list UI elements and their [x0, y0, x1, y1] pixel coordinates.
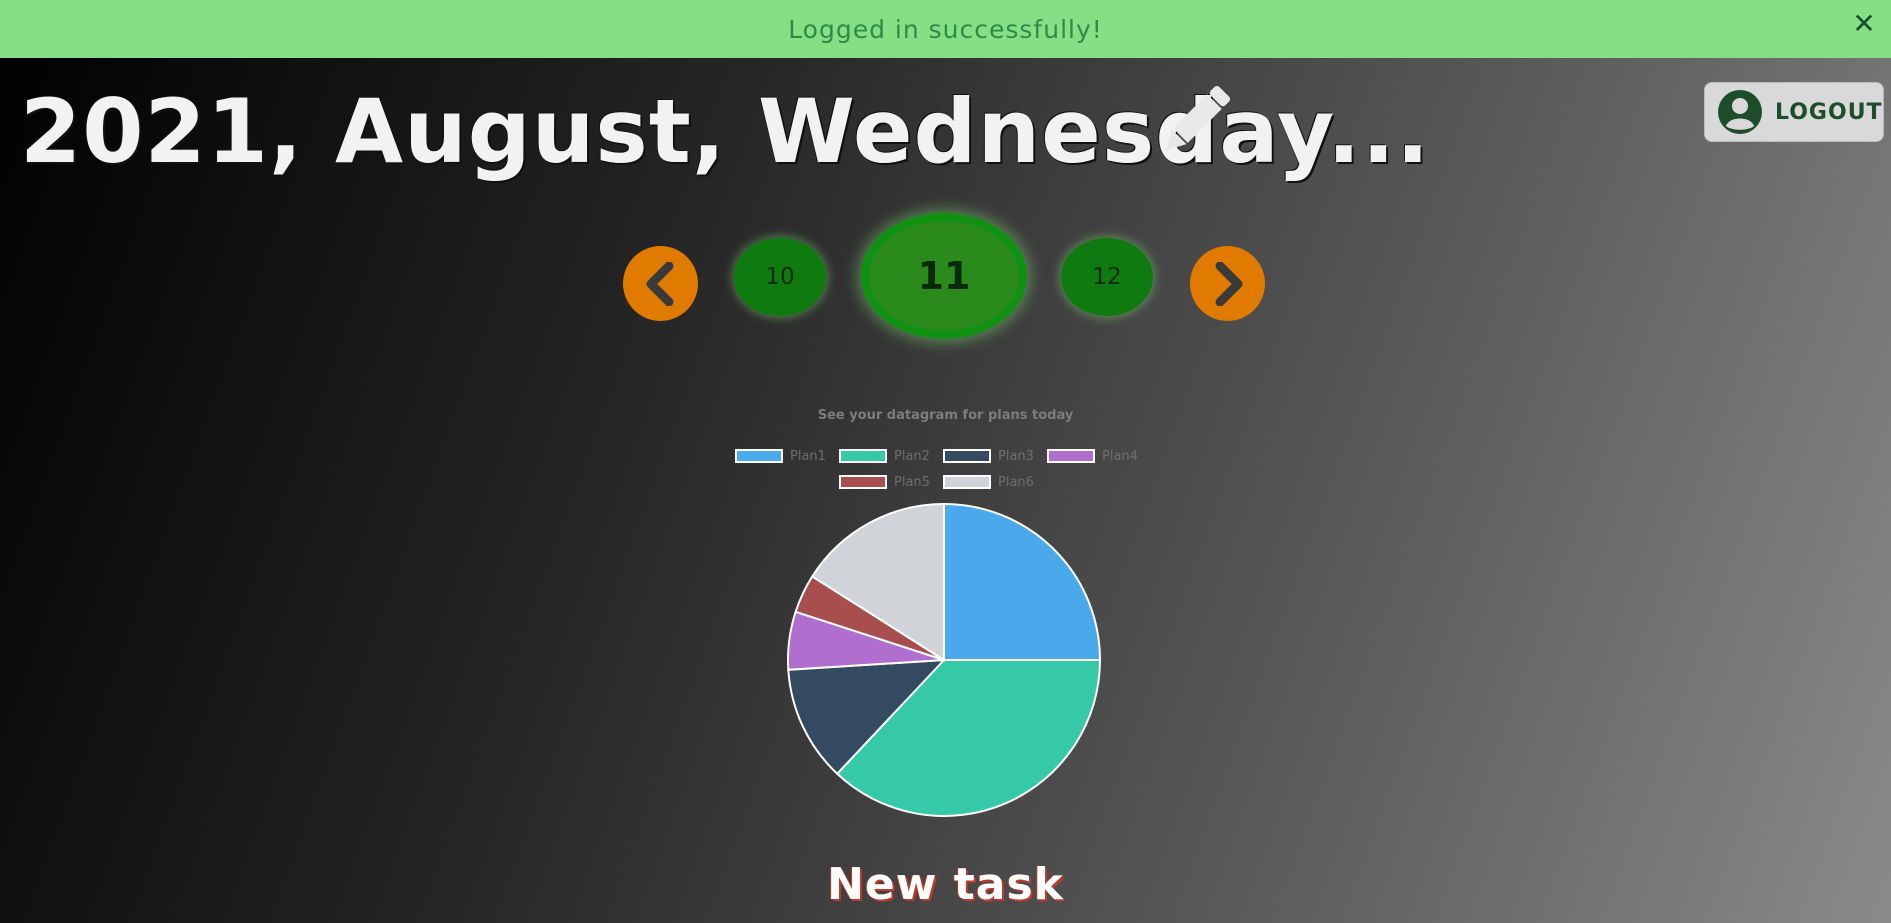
- new-task-heading: New task: [827, 859, 1064, 910]
- pie-slice-plan1[interactable]: [943, 502, 1102, 661]
- pie-chart: [787, 502, 1102, 817]
